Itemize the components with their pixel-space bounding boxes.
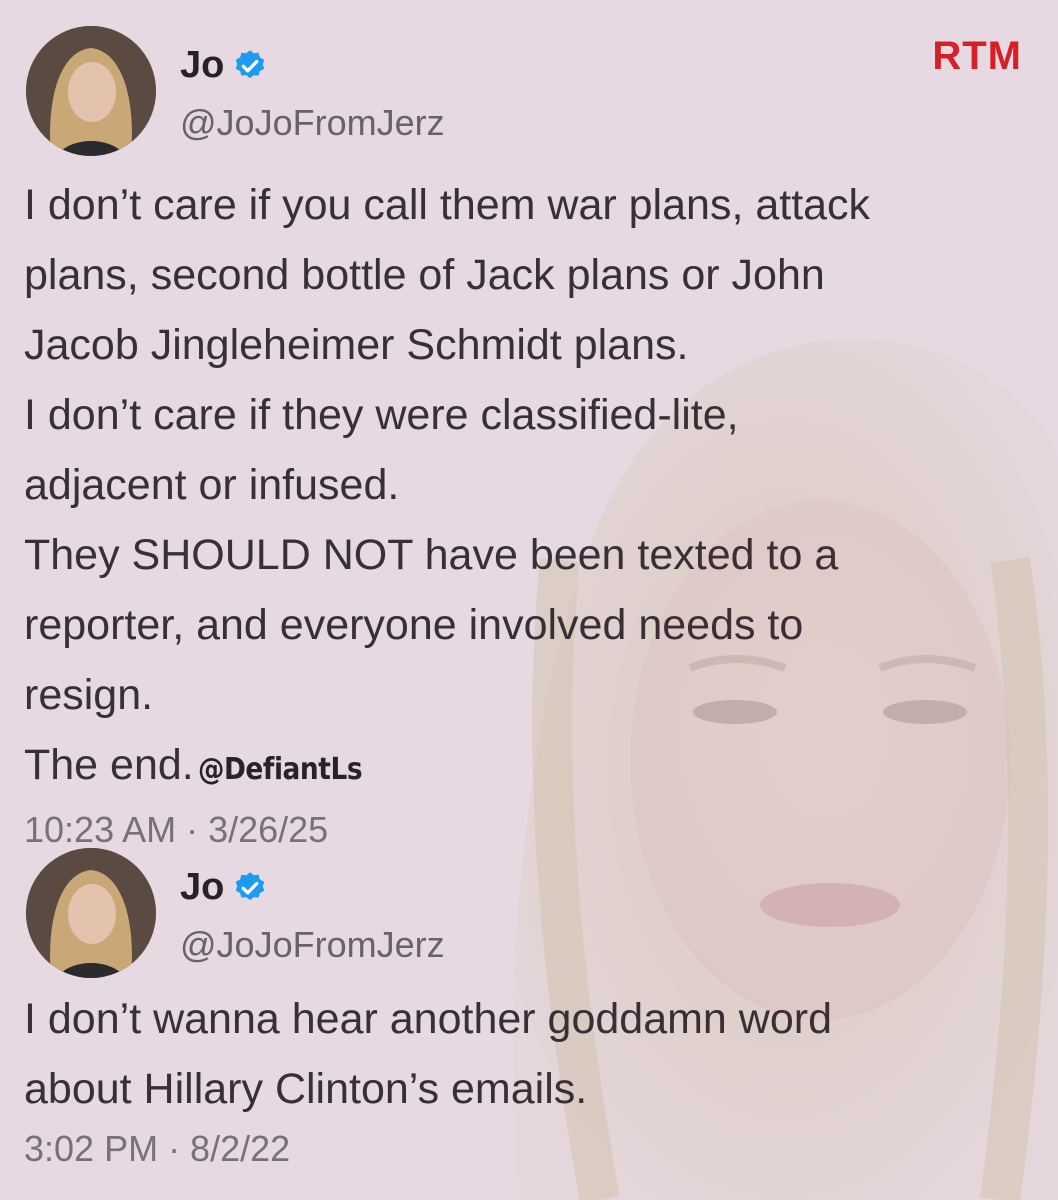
tweet-text: I don’t care if you call them war plans,…	[24, 170, 1024, 805]
verified-badge-icon	[232, 48, 268, 84]
tweet-line: about Hillary Clinton’s emails.	[24, 1065, 588, 1113]
rtm-logo: RTM	[932, 34, 1022, 78]
tweet-line: They SHOULD NOT have been texted to a	[24, 531, 839, 579]
author-name[interactable]: Jo	[180, 866, 224, 909]
avatar[interactable]	[26, 26, 156, 156]
tweet-header: Jo @JoJoFromJerz	[24, 846, 1024, 986]
tweet-text: I don’t wanna hear another goddamn word …	[24, 984, 1024, 1124]
author-row: Jo	[180, 866, 268, 909]
tweet-line: I don’t care if they were classified-lit…	[24, 391, 739, 439]
author-handle[interactable]: @JoJoFromJerz	[180, 102, 445, 144]
tweet-header: Jo @JoJoFromJerz	[24, 24, 1024, 164]
tweet-timestamp[interactable]: 10:23 AM · 3/26/25	[24, 809, 1024, 851]
watermark-handle: @DefiantLs	[197, 752, 363, 787]
tweet-line: Jacob Jingleheimer Schmidt plans.	[24, 321, 689, 369]
tweet-line: plans, second bottle of Jack plans or Jo…	[24, 251, 825, 299]
tweet-line: reporter, and everyone involved needs to	[24, 601, 804, 649]
author-row: Jo	[180, 44, 268, 87]
tweet-line: resign.	[24, 671, 154, 719]
tweet-line-last: The end. @DefiantLs	[24, 730, 1024, 805]
tweet-line: I don’t wanna hear another goddamn word	[24, 995, 832, 1043]
author-handle[interactable]: @JoJoFromJerz	[180, 924, 445, 966]
tweet-line: The end.	[24, 741, 194, 789]
author-name[interactable]: Jo	[180, 44, 224, 87]
tweet-timestamp[interactable]: 3:02 PM · 8/2/22	[24, 1128, 1024, 1170]
tweet-card: Jo @JoJoFromJerz I don’t wanna hear anot…	[24, 846, 1024, 1170]
tweet-card: Jo @JoJoFromJerz I don’t care if you cal…	[24, 24, 1024, 851]
avatar[interactable]	[26, 848, 156, 978]
tweet-line: adjacent or infused.	[24, 461, 400, 509]
verified-badge-icon	[232, 870, 268, 906]
tweet-line: I don’t care if you call them war plans,…	[24, 181, 871, 229]
